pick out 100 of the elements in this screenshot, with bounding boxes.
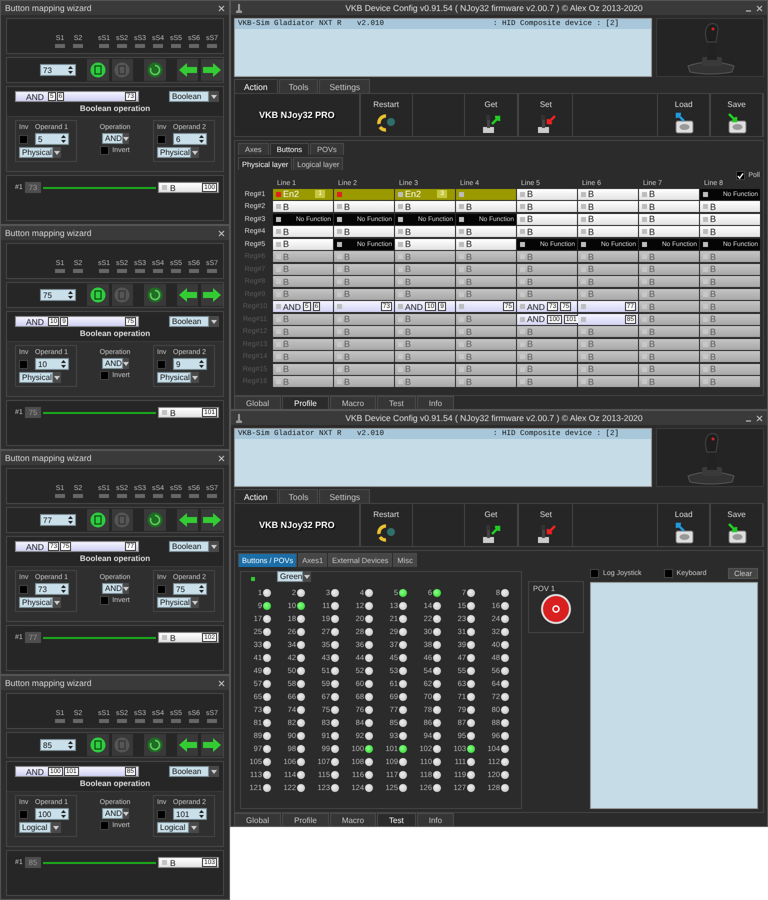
inv-checkbox[interactable] [19,810,28,818]
tab[interactable]: Info [416,813,454,826]
invert-checkbox[interactable] [100,821,110,830]
mapping-cell[interactable]: B [395,226,455,237]
mapping-cell[interactable] [456,188,516,200]
close-icon[interactable] [756,4,763,12]
previous-button[interactable] [176,59,198,81]
close-icon[interactable] [218,4,225,12]
mapping-cell[interactable]: B [334,201,394,212]
number-spin-field[interactable]: 9 [173,358,207,370]
inv-checkbox[interactable] [157,360,166,368]
mapping-cell[interactable]: B [517,214,577,224]
close-icon[interactable] [218,680,225,686]
mapping-cell[interactable]: B [700,201,760,212]
toolbar-button[interactable]: Restart [360,504,413,546]
mapping-cell[interactable]: B [273,226,333,237]
toolbar-button[interactable]: Load [657,504,710,546]
number-spin-field[interactable]: 100 [35,808,69,820]
copy-button[interactable] [87,509,109,531]
mapping-cell[interactable]: B [578,188,638,200]
mapping-cell[interactable]: B [639,188,699,200]
mapping-cell[interactable]: B [639,226,699,237]
close-icon[interactable] [218,454,225,462]
copy-button[interactable] [87,59,109,81]
inv-checkbox[interactable] [19,134,28,144]
invert-checkbox[interactable] [100,146,110,155]
reset-button[interactable] [144,734,166,756]
previous-button[interactable] [176,734,198,756]
tab[interactable]: Macro [330,813,376,826]
close-icon[interactable] [218,230,225,236]
mapping-cell[interactable]: B [578,201,638,212]
toolbar-button[interactable]: Get [464,94,518,136]
next-button[interactable] [201,284,223,306]
poll-checkbox[interactable] [736,171,746,180]
mapping-cell[interactable]: B [700,226,760,237]
number-spin-field[interactable]: 75 [40,289,76,301]
keyboard-checkbox[interactable] [664,568,673,578]
tab[interactable]: Action [234,79,278,93]
next-button[interactable] [201,734,223,756]
toolbar-button[interactable]: Save [710,94,763,136]
close-icon[interactable] [756,414,763,422]
tab[interactable]: Macro [330,396,376,409]
invert-checkbox[interactable] [100,371,110,380]
mapping-cell[interactable]: B [334,226,394,237]
mapping-cell[interactable]: B [456,226,516,237]
mapping-cell[interactable]: B [517,201,577,212]
mapping-cell[interactable]: B [395,201,455,212]
mapping-cell[interactable] [334,188,394,200]
inv-checkbox[interactable] [19,584,28,594]
mapping-cell[interactable]: B [395,238,455,250]
number-spin-field[interactable]: 85 [40,739,76,751]
mapping-cell[interactable]: B [578,226,638,237]
mapping-cell[interactable]: B [517,226,577,237]
tab[interactable]: Action [234,489,278,503]
mapping-cell[interactable]: B [273,238,333,250]
invert-checkbox[interactable] [100,596,110,605]
mapping-cell[interactable]: B [517,188,577,200]
mapping-cell[interactable]: B [456,238,516,250]
next-button[interactable] [201,509,223,531]
tab[interactable]: Test [377,396,416,409]
next-button[interactable] [201,59,223,81]
reset-button[interactable] [144,59,166,81]
number-spin-field[interactable]: 101 [173,808,207,820]
toolbar-button[interactable]: Save [710,504,763,546]
number-spin-field[interactable]: 75 [173,583,207,595]
copy-button[interactable] [87,734,109,756]
toolbar-button[interactable]: Load [657,94,710,136]
mapping-cell[interactable]: B [456,201,516,212]
number-spin-field[interactable]: 73 [40,64,76,76]
copy-button[interactable] [87,284,109,306]
reset-button[interactable] [144,509,166,531]
tab[interactable]: Global [234,396,282,409]
inv-checkbox[interactable] [157,584,166,594]
mapping-cell[interactable]: B [700,214,760,224]
mapping-cell[interactable]: B [273,201,333,212]
tab[interactable]: Tools [278,489,318,503]
previous-button[interactable] [176,284,198,306]
tab[interactable]: Settings [319,489,370,503]
mapping-cell[interactable]: B [578,214,638,224]
number-spin-field[interactable]: 6 [173,133,207,145]
inv-checkbox[interactable] [157,134,166,144]
tab[interactable]: Profile [282,396,329,409]
tab[interactable]: Test [377,813,416,826]
tab[interactable]: Info [416,396,454,409]
number-spin-field[interactable]: 77 [40,514,76,526]
reset-button[interactable] [144,284,166,306]
tab[interactable]: Global [234,813,282,826]
toolbar-button[interactable]: Get [464,504,518,546]
mapping-cell[interactable]: B [639,214,699,224]
toolbar-button[interactable]: Set [518,94,574,136]
inv-checkbox[interactable] [157,810,166,818]
tab[interactable]: Settings [319,79,370,93]
toolbar-button[interactable]: Set [518,504,574,546]
number-spin-field[interactable]: 10 [35,358,69,370]
number-spin-field[interactable]: 73 [35,583,69,595]
previous-button[interactable] [176,509,198,531]
tab[interactable]: Tools [278,79,318,93]
mapping-cell[interactable]: B [639,201,699,212]
tab[interactable]: Profile [282,813,329,826]
inv-checkbox[interactable] [19,360,28,368]
